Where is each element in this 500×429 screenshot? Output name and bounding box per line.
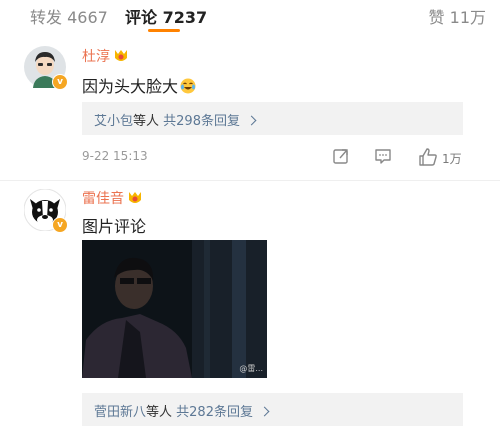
verified-badge-icon: v: [52, 217, 68, 233]
reply-count[interactable]: 共298条回复: [163, 114, 240, 129]
comment-user[interactable]: 雷佳音: [82, 188, 143, 208]
chevron-right-icon: [259, 406, 270, 417]
username[interactable]: 杜淳: [82, 49, 110, 65]
replies-summary[interactable]: 菅田新八等人 共282条回复: [82, 393, 463, 426]
avatar[interactable]: v: [24, 46, 68, 90]
reply-icon[interactable]: [374, 147, 392, 165]
reply-user-names[interactable]: 艾小包: [94, 114, 133, 129]
comment-user[interactable]: 杜淳: [82, 46, 129, 66]
replies-text: 艾小包等人 共298条回复: [94, 110, 257, 129]
comment-item: v 雷佳音 图片评论 @雷... 菅田新八等人 共282条回复: [0, 181, 500, 429]
comment-tabs: 转发 4667 评论 7237 赞 11万: [0, 0, 500, 34]
reply-others-label: 等人: [133, 114, 164, 129]
thumbs-up-icon[interactable]: [418, 147, 438, 167]
reply-user-names[interactable]: 菅田新八: [94, 405, 146, 420]
comment-item: v 杜淳 因为头大脸大 艾小包等人 共298条回复 9-22 15:13 1万: [0, 34, 500, 184]
comment-time: 9-22 15:13: [82, 149, 148, 163]
comment-text: 因为头大脸大: [82, 73, 196, 97]
comment-image[interactable]: @雷...: [82, 240, 267, 378]
user-medal-icon: [129, 192, 141, 203]
tab-like[interactable]: 赞 11万: [429, 4, 486, 28]
user-medal-icon: [115, 50, 127, 61]
share-icon[interactable]: [332, 147, 350, 165]
reply-others-label: 等人: [146, 405, 177, 420]
replies-text: 菅田新八等人 共282条回复: [94, 401, 270, 420]
verified-badge-icon: v: [52, 74, 68, 90]
reply-count[interactable]: 共282条回复: [176, 405, 253, 420]
tab-comment[interactable]: 评论 7237: [125, 4, 207, 28]
comment-text: 图片评论: [82, 217, 147, 236]
laughing-emoji-icon: [180, 78, 196, 94]
replies-summary[interactable]: 艾小包等人 共298条回复: [82, 102, 463, 135]
comment-photo: [82, 240, 267, 378]
comment-text-content: 因为头大脸大: [82, 77, 179, 96]
username[interactable]: 雷佳音: [82, 191, 124, 207]
image-watermark: @雷...: [239, 364, 263, 373]
avatar[interactable]: v: [24, 189, 68, 233]
active-tab-indicator: [148, 29, 180, 32]
chevron-right-icon: [246, 115, 257, 126]
tab-repost[interactable]: 转发 4667: [30, 4, 108, 28]
like-count: 1万: [442, 152, 462, 166]
comment-meta: 9-22 15:13 1万: [0, 147, 500, 167]
